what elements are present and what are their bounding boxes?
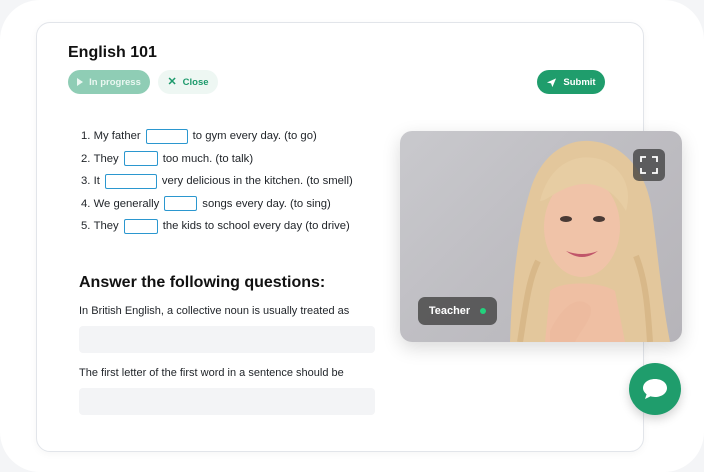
exercise-row: 3. It very delicious in the kitchen. (to…	[81, 170, 353, 193]
teacher-label-badge: Teacher	[418, 297, 497, 325]
close-label: Close	[182, 76, 209, 88]
chat-bubble-icon	[643, 379, 667, 399]
questions-heading: Answer the following questions:	[79, 274, 326, 291]
answer-field[interactable]	[79, 388, 375, 415]
exercise-row: 4. We generally songs every day. (to sin…	[81, 193, 353, 216]
item-number: 2.	[81, 152, 91, 165]
x-icon: ✕	[167, 75, 177, 88]
submit-label: Submit	[563, 76, 596, 88]
answer-input[interactable]	[123, 218, 158, 234]
status-label: In progress	[89, 76, 141, 88]
item-number: 3.	[81, 175, 91, 188]
item-text-before: They	[93, 152, 119, 165]
item-number: 5.	[81, 220, 91, 233]
submit-button[interactable]: Submit	[537, 70, 605, 94]
page-title: English 101	[68, 44, 157, 61]
item-text-before: We generally	[93, 197, 160, 210]
exercise-row: 2. They too much. (to talk)	[81, 148, 353, 171]
exercise-row: 1. My father to gym every day. (to go)	[81, 125, 353, 148]
status-badge: In progress	[68, 70, 150, 94]
chat-button[interactable]	[629, 363, 681, 415]
item-text-before: My father	[93, 130, 141, 143]
item-text-after: songs every day. (to sing)	[202, 197, 331, 210]
answer-input[interactable]	[145, 128, 188, 144]
question-text: In British English, a collective noun is…	[79, 305, 350, 317]
fill-in-exercise: 1. My father to gym every day. (to go) 2…	[81, 125, 353, 238]
question-text: The first letter of the first word in a …	[79, 367, 344, 379]
item-text-after: very delicious in the kitchen. (to smell…	[161, 175, 353, 188]
item-text-before: They	[93, 220, 119, 233]
item-number: 4.	[81, 197, 91, 210]
item-text-after: the kids to school every day (to drive)	[162, 220, 350, 233]
item-text-after: too much. (to talk)	[162, 152, 254, 165]
exercise-row: 5. They the kids to school every day (to…	[81, 215, 353, 238]
online-status-icon	[480, 308, 487, 314]
fullscreen-icon	[640, 156, 658, 174]
close-button[interactable]: ✕ Close	[158, 70, 218, 94]
answer-field[interactable]	[79, 326, 375, 353]
teacher-label: Teacher	[428, 305, 471, 317]
answer-input[interactable]	[104, 173, 157, 189]
teacher-video: Teacher	[400, 131, 682, 342]
send-icon	[547, 77, 557, 87]
fullscreen-button[interactable]	[633, 149, 665, 181]
answer-input[interactable]	[164, 196, 198, 212]
answer-input[interactable]	[123, 151, 158, 167]
item-text-before: It	[93, 175, 100, 188]
item-text-after: to gym every day. (to go)	[192, 130, 317, 143]
play-icon	[77, 78, 84, 86]
item-number: 1.	[81, 130, 91, 143]
